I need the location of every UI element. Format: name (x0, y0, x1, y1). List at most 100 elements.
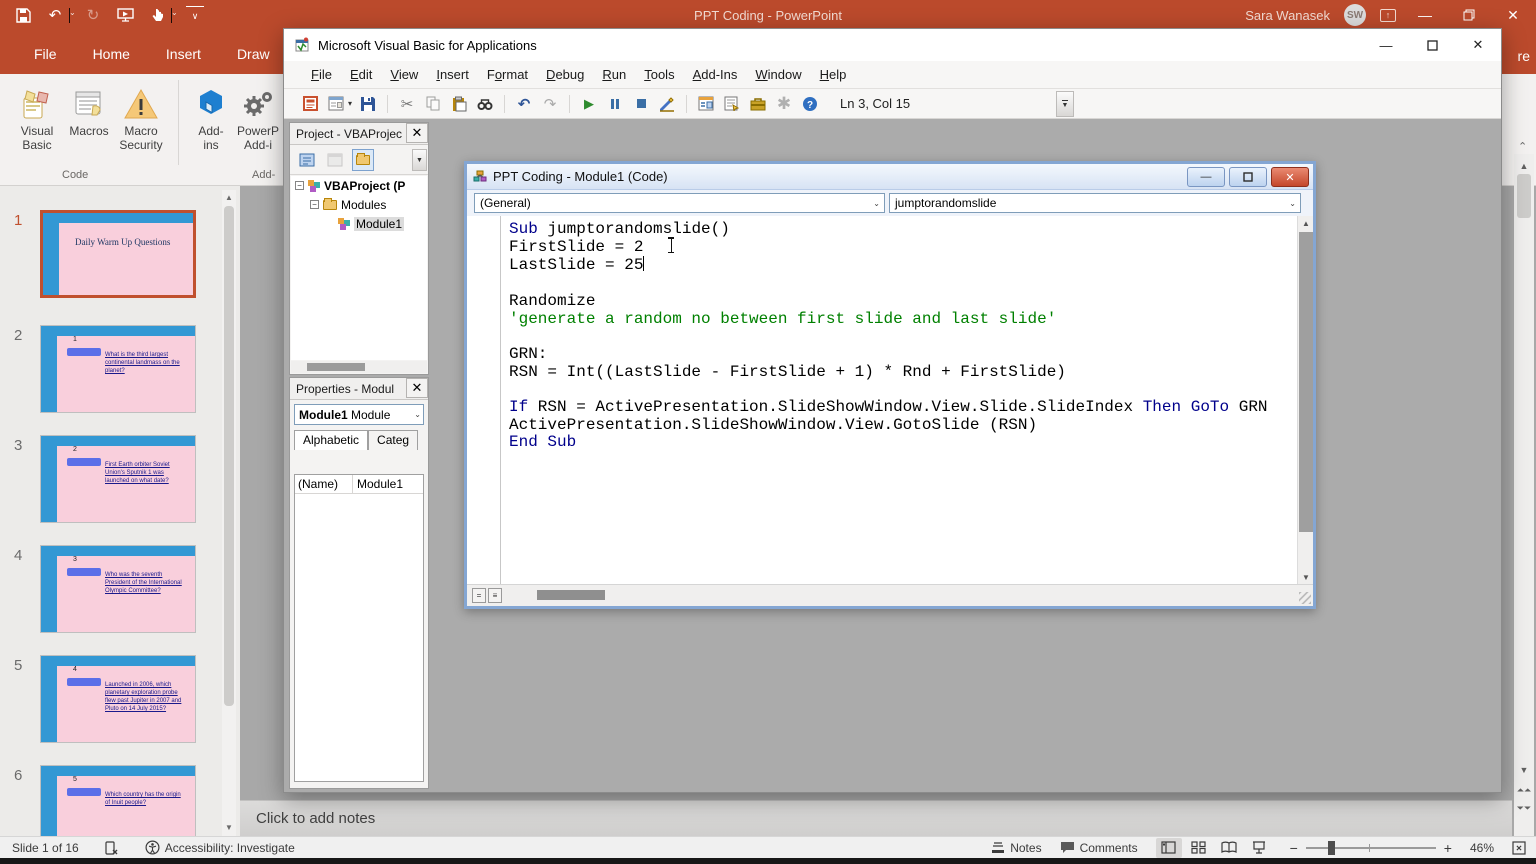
code-margin-indicator-bar[interactable] (467, 216, 501, 584)
code-editor-area[interactable]: Sub jumptorandomslide() FirstSlide = 2 Las… (467, 216, 1313, 584)
code-line[interactable]: Sub jumptorandomslide() (509, 220, 1268, 239)
design-mode-icon[interactable] (657, 94, 677, 114)
undo-icon[interactable]: ↶ (514, 94, 534, 114)
tab-categorized[interactable]: Categ (368, 430, 419, 450)
full-module-view-button[interactable]: ≡ (488, 588, 502, 603)
tree-item-vbaprojectp[interactable]: − VBAProject (P (291, 176, 427, 195)
code-line[interactable] (509, 381, 1268, 399)
spell-check-icon[interactable] (105, 840, 119, 855)
code-line[interactable] (509, 328, 1268, 346)
minimize-button[interactable]: — (1410, 0, 1440, 30)
properties-panel-header[interactable]: Properties - Modul ✕ (290, 378, 428, 400)
powerpoint-add-ins-button[interactable]: PowerP Add-i (232, 82, 284, 152)
properties-panel-close-icon[interactable]: ✕ (406, 378, 428, 398)
project-panel-header[interactable]: Project - VBAProjec ✕ (290, 123, 428, 145)
scroll-down-icon[interactable]: ▼ (222, 820, 236, 834)
project-explorer-icon[interactable] (696, 94, 716, 114)
tab-insert[interactable]: Insert (148, 46, 219, 74)
zoom-out-icon[interactable]: − (1290, 840, 1298, 856)
start-slideshow-icon[interactable] (116, 6, 134, 24)
save-icon[interactable] (14, 6, 32, 24)
project-panel-close-icon[interactable]: ✕ (406, 123, 428, 143)
touch-mouse-mode-icon[interactable] (148, 6, 166, 24)
toggle-folders-icon[interactable] (352, 148, 374, 171)
tree-item-label[interactable]: Modules (341, 198, 386, 212)
slide-thumbnail[interactable]: 4 Launched in 2006, which planetary explo… (40, 655, 196, 743)
menu-edit[interactable]: Edit (341, 63, 381, 86)
menu-help[interactable]: Help (811, 63, 856, 86)
code-line[interactable]: If RSN = ActivePresentation.SlideShowWin… (509, 398, 1268, 417)
menu-debug[interactable]: Debug (537, 63, 593, 86)
slide-counter[interactable]: Slide 1 of 16 (12, 841, 79, 855)
tab-draw[interactable]: Draw (219, 46, 288, 74)
save-icon[interactable] (358, 94, 378, 114)
previous-slide-icon[interactable]: ⏶⏶ (1516, 782, 1532, 798)
macros-button[interactable]: Macros (60, 82, 118, 138)
scroll-down-icon[interactable]: ▼ (1516, 762, 1532, 778)
macro-security-button[interactable]: Macro Security (112, 82, 170, 152)
view-code-icon[interactable] (296, 149, 318, 171)
slide-sorter-view-button[interactable] (1186, 838, 1212, 858)
properties-window-icon[interactable] (722, 94, 742, 114)
scroll-up-icon[interactable]: ▲ (1516, 158, 1532, 174)
code-line[interactable]: ActivePresentation.SlideShowWindow.View.… (509, 416, 1268, 435)
scrollbar-thumb[interactable] (307, 363, 365, 371)
next-slide-icon[interactable]: ⏷⏷ (1516, 800, 1532, 816)
visual-basic-button[interactable]: Visual Basic (8, 82, 66, 152)
scrollbar-track[interactable] (1514, 154, 1534, 836)
share-button[interactable]: re (1518, 48, 1530, 64)
normal-view-button[interactable] (1155, 837, 1182, 858)
tree-expander-icon[interactable]: − (295, 181, 304, 190)
undo-icon[interactable]: ↶ (46, 6, 64, 24)
toolbar-options-dropdown-icon[interactable]: ▼ (1056, 91, 1074, 117)
tab-alphabetic[interactable]: Alphabetic (294, 430, 369, 450)
code-line[interactable]: FirstSlide = 2 (509, 238, 1268, 257)
tree-expander-icon[interactable]: − (310, 200, 319, 209)
tab-file[interactable]: File (16, 46, 75, 74)
slide-thumbnail[interactable]: Daily Warm Up Questions (40, 210, 196, 298)
find-icon[interactable] (475, 94, 495, 114)
help-icon[interactable]: ? (800, 94, 820, 114)
scroll-up-icon[interactable]: ▲ (1298, 216, 1313, 230)
tree-item-label[interactable]: Module1 (354, 216, 405, 231)
slide-thumbnail[interactable]: 3 Who was the seventh President of the In… (40, 545, 196, 633)
scroll-up-icon[interactable]: ▲ (222, 190, 236, 204)
notes-pane[interactable]: Click to add notes (240, 800, 1512, 836)
procedure-combo[interactable]: jumptorandomslide ⌄ (889, 193, 1301, 213)
undo-dropdown-icon[interactable]: ⌄ (69, 7, 76, 23)
close-button[interactable]: ✕ (1498, 0, 1528, 30)
object-browser-icon[interactable] (748, 94, 768, 114)
menu-view[interactable]: View (381, 63, 427, 86)
menu-file[interactable]: File (302, 63, 341, 86)
comments-toggle[interactable]: Comments (1060, 841, 1138, 855)
code-line[interactable] (509, 275, 1268, 293)
code-minimize-button[interactable]: — (1187, 167, 1225, 187)
reading-view-button[interactable] (1216, 838, 1242, 858)
insert-object-dropdown-icon[interactable]: ▾ (348, 99, 352, 108)
notes-toggle[interactable]: Notes (991, 841, 1042, 855)
object-combo[interactable]: (General) ⌄ (474, 193, 885, 213)
code-window-titlebar[interactable]: PPT Coding - Module1 (Code) — ✕ (467, 164, 1313, 190)
code-text[interactable]: Sub jumptorandomslide() FirstSlide = 2 Las… (509, 220, 1268, 452)
tab-home[interactable]: Home (75, 46, 148, 74)
collapse-ribbon-icon[interactable]: ⌃ (1518, 140, 1527, 153)
vba-close-button[interactable]: ✕ (1455, 30, 1501, 60)
user-name[interactable]: Sara Wanasek (1245, 8, 1330, 23)
menu-addins[interactable]: Add-Ins (684, 63, 747, 86)
vba-minimize-button[interactable]: — (1363, 30, 1409, 60)
code-line[interactable]: LastSlide = 25 (509, 256, 1268, 275)
code-line[interactable]: Randomize (509, 292, 1268, 311)
slideshow-view-button[interactable] (1246, 838, 1272, 858)
property-value[interactable]: Module1 (353, 475, 423, 493)
properties-object-selector[interactable]: Module1 Module ⌄ (294, 404, 424, 425)
menu-tools[interactable]: Tools (635, 63, 683, 86)
slide-thumbnail[interactable]: 1 What is the third largest continental l… (40, 325, 196, 413)
touch-mode-dropdown-icon[interactable]: ⌄ (171, 7, 178, 23)
view-host-app-icon[interactable] (300, 94, 320, 114)
procedure-view-button[interactable]: = (472, 588, 486, 603)
thumbnail-scrollbar[interactable]: ▲ ▼ (222, 190, 236, 836)
code-line[interactable]: GRN: (509, 345, 1268, 364)
property-row[interactable]: (Name) Module1 (295, 475, 423, 494)
insert-userform-icon[interactable] (326, 94, 346, 114)
zoom-slider-thumb[interactable] (1327, 840, 1335, 855)
